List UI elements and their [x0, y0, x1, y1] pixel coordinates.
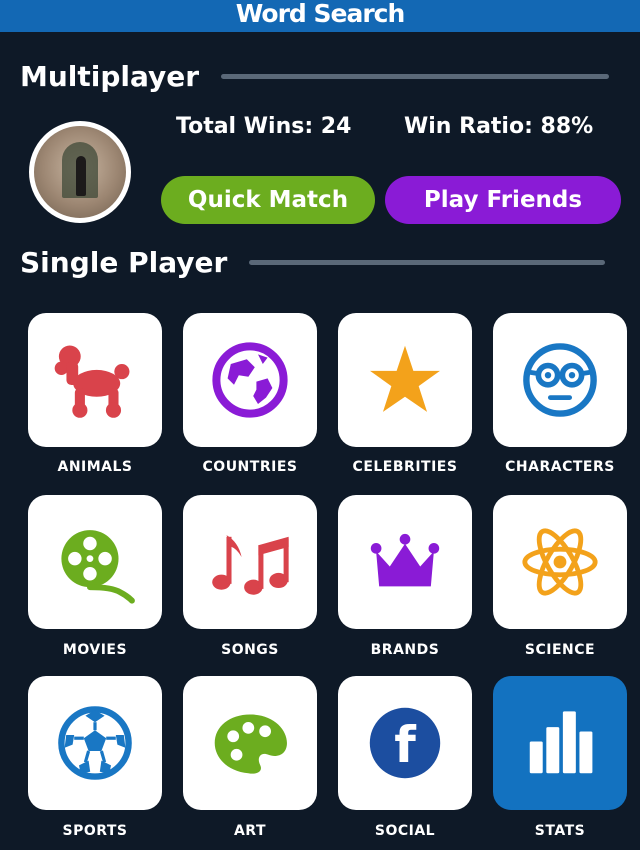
category-tile-celebrities[interactable]: [338, 313, 472, 447]
facebook-icon: f: [369, 707, 441, 779]
avatar[interactable]: [29, 121, 131, 223]
total-wins-stat: Total Wins: 24: [176, 114, 352, 139]
category-tile-sports[interactable]: [28, 676, 162, 810]
section-divider: [249, 260, 606, 265]
paint-palette-icon: [214, 714, 287, 774]
category-tile-songs[interactable]: [183, 495, 317, 629]
category-label-brands: BRANDS: [370, 642, 440, 658]
category-label-songs: SONGS: [221, 642, 279, 658]
category-label-movies: MOVIES: [62, 642, 128, 658]
win-ratio-stat: Win Ratio: 88%: [404, 114, 594, 139]
app-header: Word Search: [0, 0, 640, 32]
globe-icon: [212, 342, 288, 418]
category-label-countries: COUNTRIES: [202, 459, 298, 475]
category-tile-countries[interactable]: [183, 313, 317, 447]
category-tile-brands[interactable]: [338, 495, 472, 629]
category-label-characters: CHARACTERS: [505, 459, 615, 475]
category-tile-animals[interactable]: [28, 313, 162, 447]
category-label-social: SOCIAL: [374, 823, 436, 839]
category-tile-movies[interactable]: [28, 495, 162, 629]
category-label-stats: STATS: [534, 823, 586, 839]
atom-icon: [522, 528, 598, 596]
crown-icon: [370, 533, 440, 587]
category-label-sports: SPORTS: [62, 823, 128, 839]
soccer-ball-icon: [58, 706, 132, 780]
star-icon: [370, 345, 440, 412]
category-label-science: SCIENCE: [524, 642, 596, 658]
app-title: Word Search: [235, 0, 406, 28]
category-label-animals: ANIMALS: [57, 459, 133, 475]
play-friends-button[interactable]: Play Friends: [385, 176, 621, 224]
poodle-icon: [54, 345, 130, 418]
single-player-heading: Single Player: [20, 246, 228, 279]
multiplayer-section-header: Multiplayer: [20, 60, 610, 93]
bar-chart-icon: [529, 711, 593, 774]
film-reel-icon: [61, 530, 135, 604]
category-tile-social[interactable]: f: [338, 676, 472, 810]
category-label-art: ART: [233, 823, 267, 839]
section-divider: [221, 74, 610, 79]
single-player-section-header: Single Player: [20, 246, 606, 279]
nerd-face-icon: [523, 343, 597, 417]
multiplayer-heading: Multiplayer: [20, 60, 200, 93]
category-label-celebrities: CELEBRITIES: [352, 459, 458, 475]
category-tile-science[interactable]: [493, 495, 627, 629]
category-tile-stats[interactable]: [493, 676, 627, 810]
category-tile-art[interactable]: [183, 676, 317, 810]
music-notes-icon: [212, 535, 289, 595]
svg-text:f: f: [394, 716, 417, 774]
quick-match-button[interactable]: Quick Match: [161, 176, 375, 224]
category-tile-characters[interactable]: [493, 313, 627, 447]
